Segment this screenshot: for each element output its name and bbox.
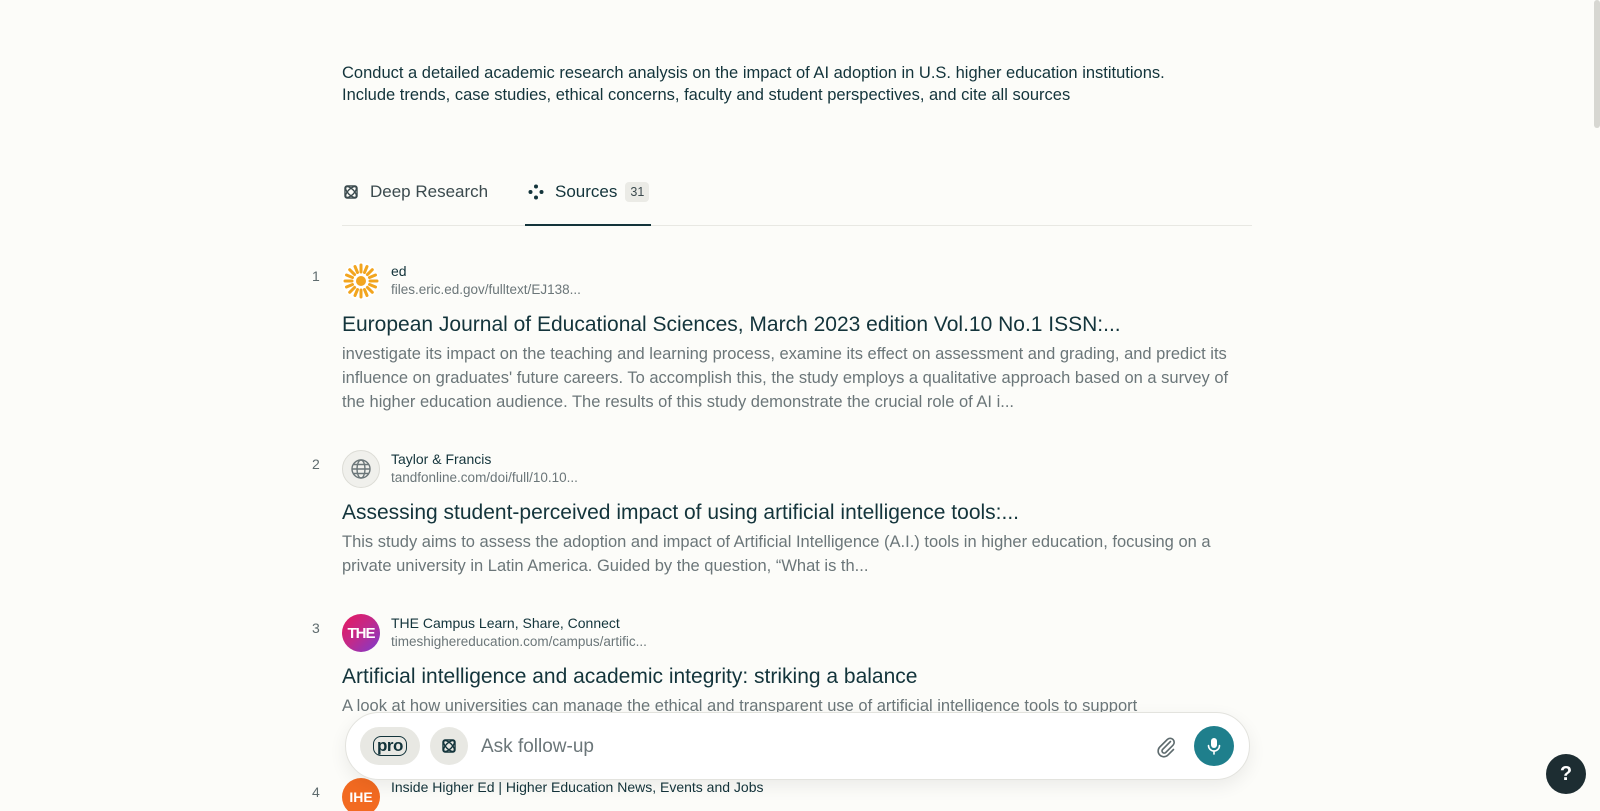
tab-sources-label: Sources bbox=[555, 182, 618, 201]
microphone-button[interactable] bbox=[1194, 726, 1234, 766]
source-meta: Inside Higher Ed | Higher Education News… bbox=[391, 778, 764, 796]
pro-toggle-button[interactable]: pro bbox=[360, 727, 420, 765]
source-number: 1 bbox=[312, 268, 320, 284]
source-site: THE Campus Learn, Share, Connect bbox=[391, 615, 620, 631]
source-site: Inside Higher Ed | Higher Education News… bbox=[391, 779, 764, 795]
pro-label: pro bbox=[373, 736, 407, 756]
source-url[interactable]: timeshighereducation.com/campus/artific.… bbox=[391, 632, 647, 651]
ihe-logo-text: IHE bbox=[349, 789, 373, 805]
source-site: Taylor & Francis bbox=[391, 451, 492, 467]
tab-deep-research[interactable]: Deep Research bbox=[342, 172, 488, 225]
ihe-logo-icon: IHE bbox=[342, 778, 380, 811]
followup-input[interactable] bbox=[479, 731, 1123, 763]
help-button[interactable]: ? bbox=[1546, 754, 1586, 794]
source-number: 2 bbox=[312, 456, 320, 472]
source-meta: THE Campus Learn, Share, Connect timeshi… bbox=[391, 614, 647, 651]
source-snippet: investigate its impact on the teaching a… bbox=[342, 345, 1229, 411]
source-snippet: This study aims to assess the adoption a… bbox=[342, 533, 1211, 575]
page: Conduct a detailed academic research ana… bbox=[0, 0, 1600, 811]
source-title[interactable]: Artificial intelligence and academic int… bbox=[342, 664, 917, 690]
source-site: ed bbox=[391, 263, 407, 279]
globe-icon bbox=[342, 450, 380, 488]
the-logo-icon: THE bbox=[342, 614, 380, 652]
deep-research-toggle-button[interactable] bbox=[430, 727, 468, 765]
source-meta: Taylor & Francis tandfonline.com/doi/ful… bbox=[391, 450, 578, 487]
deep-research-icon bbox=[442, 739, 456, 753]
deep-research-icon bbox=[344, 185, 358, 199]
source-title[interactable]: Assessing student-perceived impact of us… bbox=[342, 500, 1019, 526]
microphone-icon bbox=[1207, 738, 1221, 755]
the-logo-text: THE bbox=[347, 624, 376, 642]
followup-bar: pro bbox=[345, 712, 1250, 780]
source-url[interactable]: files.eric.ed.gov/fulltext/EJ138... bbox=[391, 280, 581, 299]
source-number: 4 bbox=[312, 784, 320, 800]
source-title[interactable]: European Journal of Educational Sciences… bbox=[342, 312, 1121, 338]
source-number: 3 bbox=[312, 620, 320, 636]
tab-bar: Deep Research Sources 31 bbox=[342, 172, 1252, 226]
user-query: Conduct a detailed academic research ana… bbox=[342, 64, 1165, 104]
source-url[interactable]: tandfonline.com/doi/full/10.10... bbox=[391, 468, 578, 487]
tab-deep-research-label: Deep Research bbox=[370, 182, 489, 201]
eric-sun-icon bbox=[342, 262, 380, 300]
tab-sources[interactable]: Sources 31 bbox=[525, 172, 652, 226]
paperclip-icon[interactable] bbox=[1154, 735, 1178, 759]
sources-count-badge: 31 bbox=[625, 182, 650, 202]
scrollbar[interactable] bbox=[1594, 0, 1600, 128]
source-meta: ed files.eric.ed.gov/fulltext/EJ138... bbox=[391, 262, 581, 299]
sources-icon bbox=[528, 184, 544, 200]
